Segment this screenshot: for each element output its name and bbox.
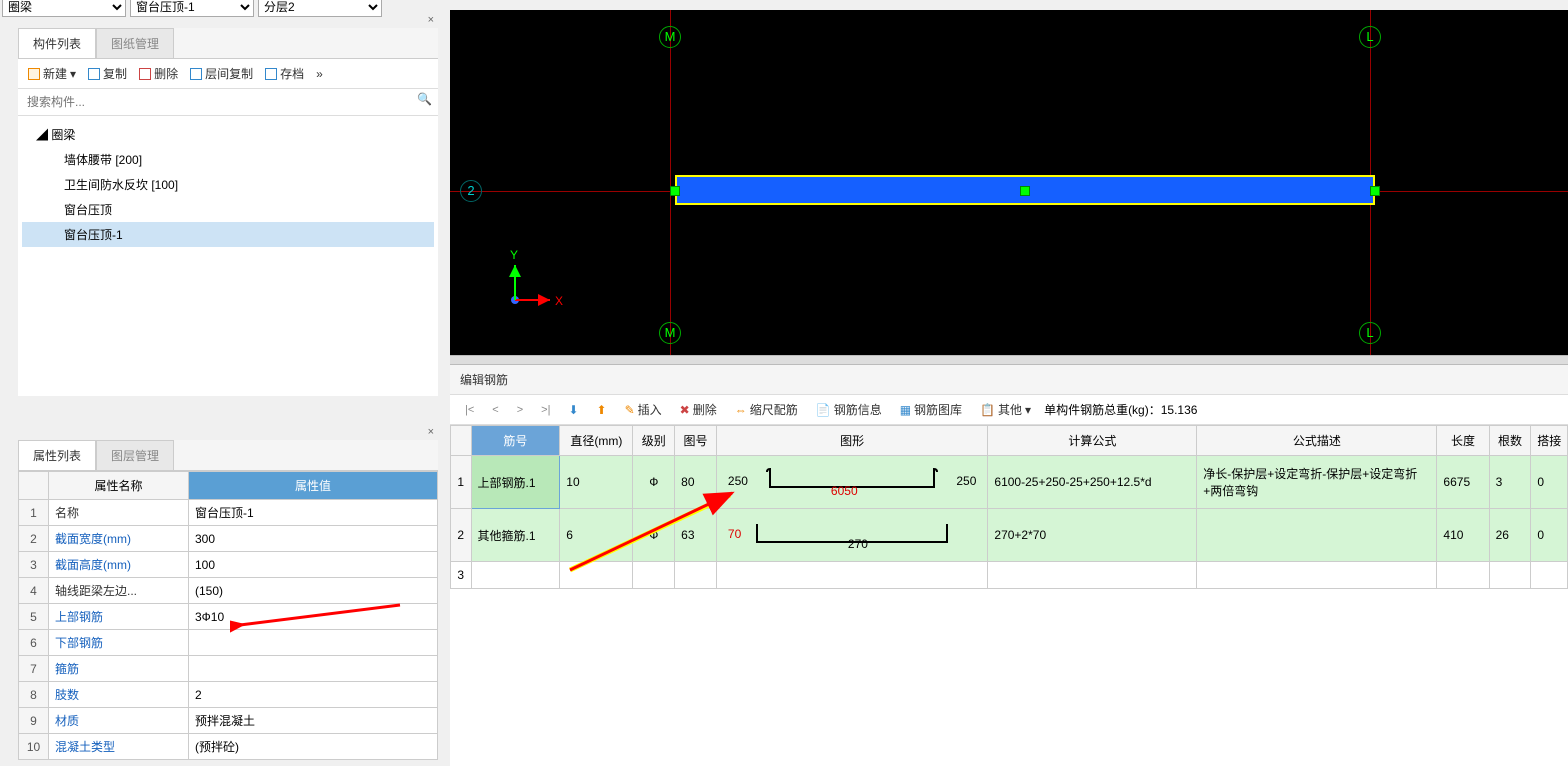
col-desc[interactable]: 公式描述 (1197, 426, 1437, 456)
property-row[interactable]: 1名称窗台压顶-1 (19, 500, 438, 526)
close-icon[interactable]: × (428, 14, 434, 26)
prop-name-header: 属性名称 (49, 472, 189, 500)
weight-label: 单构件钢筋总重(kg)：15.136 (1044, 401, 1197, 418)
close-icon[interactable]: × (428, 426, 434, 438)
coordinate-axis: X Y (500, 245, 570, 315)
property-row[interactable]: 10混凝土类型(预拌砼) (19, 734, 438, 760)
property-row[interactable]: 2截面宽度(mm)300 (19, 526, 438, 552)
tree-root[interactable]: ◢ 圈梁 (22, 122, 434, 147)
tab-drawing-manage[interactable]: 图纸管理 (96, 28, 174, 58)
row-marker: 2 (460, 180, 482, 202)
rebar-row[interactable]: 1上部钢筋.110Ф80 250 6050 250 6100-25+250-25… (451, 456, 1568, 509)
tree-item[interactable]: 窗台压顶-1 (22, 222, 434, 247)
tab-component-list[interactable]: 构件列表 (18, 28, 96, 58)
info-button[interactable]: 📄钢筋信息 (811, 399, 887, 420)
property-row[interactable]: 3截面高度(mm)100 (19, 552, 438, 578)
new-button[interactable]: 新建 ▾ (24, 63, 80, 84)
nav-prev[interactable]: < (487, 402, 503, 418)
scale-button[interactable]: ⇔缩尺配筋 (730, 399, 803, 420)
gallery-button[interactable]: ▦钢筋图库 (895, 399, 967, 420)
tree-item[interactable]: 墙体腰带 [200] (22, 147, 434, 172)
col-cnt[interactable]: 根数 (1489, 426, 1531, 456)
axis-marker-l: L (1359, 322, 1381, 344)
search-icon[interactable]: 🔍 (417, 92, 432, 112)
property-row[interactable]: 9材质预拌混凝土 (19, 708, 438, 734)
new-icon (28, 68, 40, 80)
action-icon[interactable]: ⬆ (592, 401, 612, 419)
nav-last[interactable]: >| (536, 402, 555, 418)
tree-item[interactable]: 卫生间防水反坎 [100] (22, 172, 434, 197)
rebar-toolbar: |< < > >| ⬇ ⬆ ✎插入 ✖删除 ⇔缩尺配筋 📄钢筋信息 ▦钢筋图库 … (450, 395, 1568, 425)
tab-layer-manage[interactable]: 图层管理 (96, 440, 174, 470)
copy-button[interactable]: 复制 (84, 63, 131, 84)
axis-marker-m: M (659, 322, 681, 344)
col-len[interactable]: 长度 (1437, 426, 1489, 456)
component-dropdown[interactable]: 窗台压顶-1 (130, 0, 254, 17)
action-icon[interactable]: ⬇ (563, 401, 583, 419)
rebar-row[interactable]: 2其他箍筋.16Ф63 70 270 270+2*70410260 (451, 509, 1568, 562)
col-dia[interactable]: 直径(mm) (560, 426, 633, 456)
col-lap[interactable]: 搭接 (1531, 426, 1568, 456)
nav-first[interactable]: |< (460, 402, 479, 418)
col-grade[interactable]: 级别 (633, 426, 675, 456)
col-name[interactable]: 筋号 (471, 426, 560, 456)
handle-right[interactable] (1370, 186, 1380, 196)
delete-button[interactable]: ✖删除 (675, 399, 722, 420)
rebar-title: 编辑钢筋 (450, 365, 1568, 395)
grid-line (670, 10, 671, 355)
property-row[interactable]: 7箍筋 (19, 656, 438, 682)
archive-button[interactable]: 存档 (261, 63, 308, 84)
other-button[interactable]: 📋其他 ▾ (975, 399, 1036, 420)
col-formula[interactable]: 计算公式 (988, 426, 1197, 456)
delete-button[interactable]: 删除 (135, 63, 182, 84)
col-code[interactable]: 图号 (675, 426, 717, 456)
component-toolbar: 新建 ▾ 复制 删除 层间复制 存档 » (18, 59, 438, 89)
component-tree: ◢ 圈梁 墙体腰带 [200]卫生间防水反坎 [100]窗台压顶窗台压顶-1 (18, 116, 438, 396)
rebar-editor: 编辑钢筋 |< < > >| ⬇ ⬆ ✎插入 ✖删除 ⇔缩尺配筋 📄钢筋信息 ▦… (450, 365, 1568, 766)
rebar-row-empty[interactable]: 3 (451, 562, 1568, 589)
category-dropdown[interactable]: 圈梁 (2, 0, 126, 17)
component-panel: × 构件列表 图纸管理 新建 ▾ 复制 删除 层间复制 存档 » 🔍 ◢ 圈梁 … (18, 28, 438, 396)
more-button[interactable]: » (312, 65, 327, 83)
drawing-canvas[interactable]: M L M L 2 X Y (450, 10, 1568, 355)
archive-icon (265, 68, 277, 80)
rebar-table: 筋号 直径(mm) 级别 图号 图形 计算公式 公式描述 长度 根数 搭接 1上… (450, 425, 1568, 589)
svg-text:X: X (555, 294, 563, 308)
axis-marker-l: L (1359, 26, 1381, 48)
copy-icon (88, 68, 100, 80)
floor-copy-icon (190, 68, 202, 80)
tree-item[interactable]: 窗台压顶 (22, 197, 434, 222)
delete-icon (139, 68, 151, 80)
panel-divider[interactable] (450, 355, 1568, 365)
property-row[interactable]: 8肢数2 (19, 682, 438, 708)
search-input[interactable] (24, 92, 417, 112)
prop-value-header: 属性值 (189, 472, 438, 500)
property-row[interactable]: 6下部钢筋 (19, 630, 438, 656)
property-row[interactable]: 5上部钢筋3Ф10 (19, 604, 438, 630)
properties-table: 属性名称属性值 1名称窗台压顶-12截面宽度(mm)3003截面高度(mm)10… (18, 471, 438, 760)
layer-dropdown[interactable]: 分层2 (258, 0, 382, 17)
properties-panel: × 属性列表 图层管理 属性名称属性值 1名称窗台压顶-12截面宽度(mm)30… (18, 440, 438, 760)
insert-button[interactable]: ✎插入 (620, 399, 667, 420)
handle-left[interactable] (670, 186, 680, 196)
handle-mid[interactable] (1020, 186, 1030, 196)
floor-copy-button[interactable]: 层间复制 (186, 63, 257, 84)
property-row[interactable]: 4轴线距梁左边...(150) (19, 578, 438, 604)
svg-text:Y: Y (510, 248, 518, 262)
tab-properties[interactable]: 属性列表 (18, 440, 96, 470)
axis-marker-m: M (659, 26, 681, 48)
component-tabs: 构件列表 图纸管理 (18, 28, 438, 59)
col-shape[interactable]: 图形 (716, 426, 987, 456)
search-bar: 🔍 (18, 89, 438, 116)
nav-next[interactable]: > (512, 402, 528, 418)
properties-tabs: 属性列表 图层管理 (18, 440, 438, 471)
